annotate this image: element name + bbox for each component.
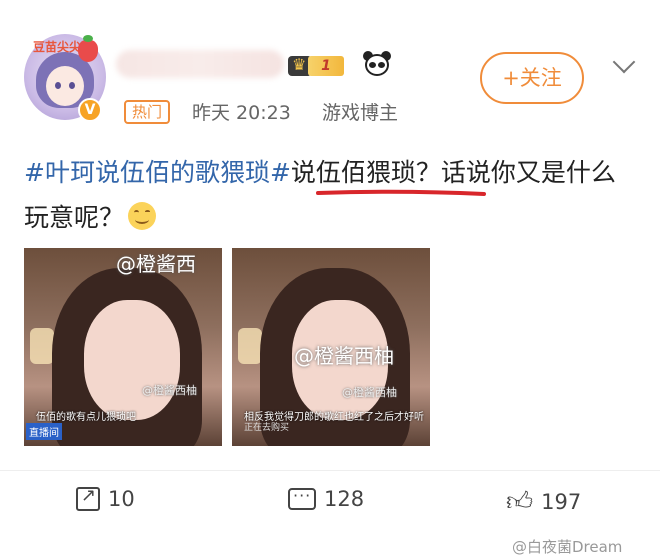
background-lamp [30, 328, 54, 364]
smile-eye [145, 210, 151, 213]
panda-icon[interactable] [362, 50, 392, 78]
image-watermark: @橙酱西 [116, 252, 196, 276]
like-button[interactable]: 👍︎ 197 [506, 486, 581, 522]
avatar-eye [69, 82, 75, 89]
image-sub-watermark: @橙酱西柚 [342, 386, 397, 399]
comment-count: 128 [324, 487, 365, 511]
share-count: 10 [108, 487, 135, 511]
vip-level: 1 [308, 56, 344, 76]
follow-button[interactable]: +关注 [480, 52, 584, 104]
red-underline-annotation [316, 189, 486, 196]
comment-button[interactable]: 128 [288, 486, 364, 522]
post-time: 昨天 20:23 [192, 102, 291, 124]
verified-icon: V [78, 98, 102, 122]
hot-badge[interactable]: 热门 [124, 100, 171, 124]
image-subcaption: 正在去购买 [244, 423, 290, 433]
post-image-2[interactable]: @橙酱西柚 @橙酱西柚 相反我觉得刀郎的歌红也红了之后才好听 正在去购买 [232, 248, 430, 446]
source-watermark: @白夜菌Dream [512, 538, 623, 556]
weibo-post-card: 豆苗尖尖 V 1 热门 昨天 20:23 游戏博主 +关注 #叶珂说伍佰的歌猥琐… [0, 0, 660, 558]
panda-eye [369, 62, 376, 68]
comment-icon [288, 486, 316, 510]
like-count: 197 [541, 489, 582, 514]
avatar-eye [55, 82, 61, 89]
panda-eye [378, 62, 385, 68]
image-face [84, 300, 180, 420]
share-icon [76, 485, 100, 511]
background-lamp [238, 328, 262, 364]
like-icon: 👍︎ [506, 487, 534, 517]
post-image-1[interactable]: @橙酱西 @橙酱西柚 伍佰的歌有点儿猥琐吧 直播间 [24, 248, 222, 446]
strawberry-icon [78, 35, 98, 62]
divider [0, 470, 660, 471]
highlighted-text: 说伍佰猥琐 [290, 158, 416, 187]
avatar-face [46, 66, 84, 106]
image-watermark: @橙酱西柚 [294, 344, 394, 368]
vip-badge[interactable]: 1 [288, 54, 354, 78]
smile-emoji-icon [128, 202, 157, 230]
image-caption: 伍佰的歌有点儿猥琐吧 [36, 412, 136, 423]
hashtag-link[interactable]: #叶珂说伍佰的歌猥琐# [24, 158, 291, 187]
live-badge: 直播间 [26, 423, 62, 440]
image-sub-watermark: @橙酱西柚 [142, 384, 197, 397]
username-blurred[interactable] [116, 50, 284, 78]
share-button[interactable]: 10 [76, 485, 135, 522]
chevron-down-icon[interactable] [610, 54, 640, 78]
author-role: 游戏博主 [322, 102, 399, 124]
